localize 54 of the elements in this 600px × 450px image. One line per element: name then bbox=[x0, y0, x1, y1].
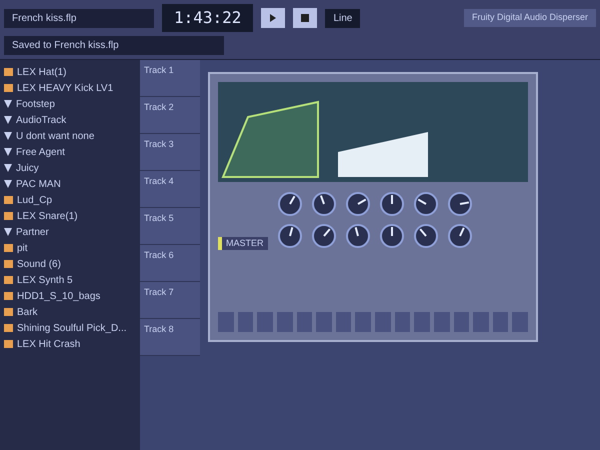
step-button[interactable] bbox=[434, 312, 450, 332]
mode-display[interactable]: Line bbox=[325, 8, 360, 28]
file-name: French kiss.flp bbox=[4, 8, 154, 28]
browser-item[interactable]: LEX Snare(1) bbox=[17, 208, 78, 224]
browser-item[interactable]: LEX Hat(1) bbox=[17, 64, 66, 80]
hint-bar: Saved to French kiss.flp bbox=[4, 36, 224, 55]
step-button[interactable] bbox=[512, 312, 528, 332]
step-button[interactable] bbox=[238, 312, 254, 332]
plugin-picker[interactable]: Fruity Digital Audio Disperser bbox=[464, 9, 596, 27]
step-button[interactable] bbox=[355, 312, 371, 332]
browser-item[interactable]: PAC MAN bbox=[16, 176, 61, 192]
step-button[interactable] bbox=[316, 312, 332, 332]
play-icon bbox=[269, 14, 278, 22]
browser-item[interactable]: HDD1_S_10_bags bbox=[17, 288, 100, 304]
time-display: 1:43:22 bbox=[162, 4, 254, 32]
track-label[interactable]: Track 2 bbox=[140, 97, 200, 134]
step-button[interactable] bbox=[296, 312, 312, 332]
step-button[interactable] bbox=[276, 312, 292, 332]
browser-item[interactable]: LEX HEAVY Kick LV1 bbox=[17, 80, 114, 96]
envelope-graph[interactable] bbox=[218, 82, 528, 182]
browser-item[interactable]: Partner bbox=[16, 224, 49, 240]
track-label[interactable]: Track 6 bbox=[140, 245, 200, 282]
track-label[interactable]: Track 7 bbox=[140, 282, 200, 319]
track-label[interactable]: Track 5 bbox=[140, 208, 200, 245]
browser-item[interactable]: U dont want none bbox=[16, 128, 94, 144]
browser-item[interactable]: AudioTrack bbox=[16, 112, 66, 128]
browser-item[interactable]: Juicy bbox=[16, 160, 39, 176]
step-button[interactable] bbox=[336, 312, 352, 332]
step-button[interactable] bbox=[492, 312, 508, 332]
track-label[interactable]: Track 1 bbox=[140, 60, 200, 97]
browser-item[interactable]: Shining Soulful Pick_D... bbox=[17, 320, 127, 336]
browser-item[interactable]: Bark bbox=[17, 304, 38, 320]
plug-icon bbox=[4, 228, 12, 236]
play-button[interactable] bbox=[261, 8, 286, 28]
browser-item[interactable]: Lud_Cp bbox=[17, 192, 52, 208]
step-button[interactable] bbox=[218, 312, 234, 332]
step-button[interactable] bbox=[473, 312, 489, 332]
browser-item[interactable]: LEX Synth 5 bbox=[17, 272, 73, 288]
browser-item[interactable]: Free Agent bbox=[16, 144, 65, 160]
step-button[interactable] bbox=[414, 312, 430, 332]
step-button[interactable] bbox=[394, 312, 410, 332]
step-button[interactable] bbox=[257, 312, 273, 332]
step-button[interactable] bbox=[454, 312, 470, 332]
track-label[interactable]: Track 4 bbox=[140, 171, 200, 208]
browser-item[interactable]: pit bbox=[17, 240, 28, 256]
track-label[interactable]: Track 3 bbox=[140, 134, 200, 171]
stop-icon bbox=[301, 14, 310, 22]
browser-item[interactable]: Sound (6) bbox=[17, 256, 61, 272]
master-label: MASTER bbox=[218, 236, 268, 250]
step-button[interactable] bbox=[375, 312, 391, 332]
browser-item[interactable]: LEX Hit Crash bbox=[17, 336, 80, 352]
stop-button[interactable] bbox=[293, 8, 318, 28]
browser-item[interactable]: Footstep bbox=[16, 96, 55, 112]
track-label[interactable]: Track 8 bbox=[140, 319, 200, 356]
